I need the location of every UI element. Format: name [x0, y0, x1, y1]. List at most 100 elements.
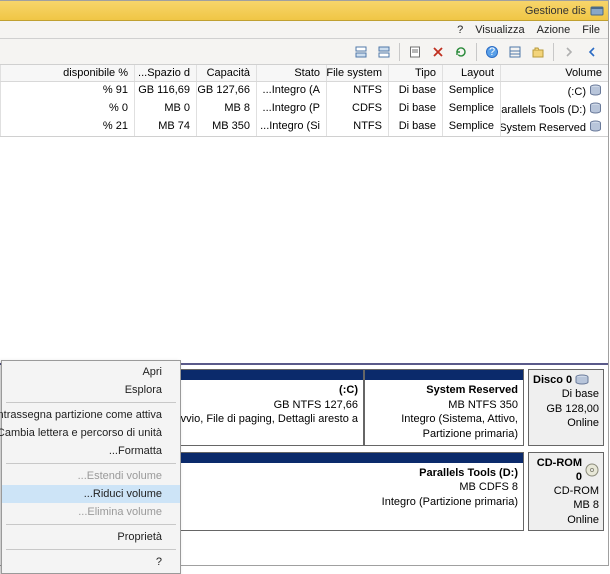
- toolbar-separator: [477, 43, 478, 61]
- partition-size: 8 MB CDFS: [460, 481, 519, 493]
- cell-cap: 8 MB: [197, 100, 257, 118]
- context-menu: Apri Esplora Contrassegna partizione com…: [2, 360, 182, 574]
- volume-grid: Volume Layout Tipo File system Stato Cap…: [1, 65, 609, 137]
- partition-title: (C:): [340, 384, 359, 396]
- cell-volume: Parallels Tools (D:): [501, 104, 587, 116]
- ctx-explore[interactable]: Esplora: [3, 381, 181, 399]
- partition-wrap: Parallels Tools (D:) 8 MB CDFS Integro (Pa…: [145, 452, 525, 531]
- ctx-extend-volume: Estendi volume...: [3, 467, 181, 485]
- ctx-separator: [7, 463, 177, 464]
- ctx-mark-active[interactable]: Contrassegna partizione come attiva: [3, 406, 181, 424]
- col-fs[interactable]: File system: [327, 65, 389, 81]
- menu-help[interactable]: ?: [458, 24, 464, 36]
- cell-pct: 21 %: [1, 118, 135, 136]
- ctx-open[interactable]: Apri: [3, 363, 181, 381]
- cell-layout: Semplice: [443, 100, 501, 118]
- partition[interactable]: Parallels Tools (D:) 8 MB CDFS Integro (Pa…: [145, 452, 525, 531]
- toolbar-separator: [554, 43, 555, 61]
- back-button[interactable]: [583, 42, 603, 62]
- partition-size: 127,66 GB NTFS: [275, 399, 359, 411]
- cell-stato: Integro (A...: [257, 82, 327, 100]
- cell-fs: NTFS: [327, 118, 389, 136]
- col-tipo[interactable]: Tipo: [389, 65, 443, 81]
- delete-button[interactable]: [429, 42, 449, 62]
- cell-layout: Semplice: [443, 118, 501, 136]
- disk-name: CD-ROM 0: [534, 456, 583, 485]
- ctx-properties[interactable]: Proprietà: [3, 528, 181, 546]
- partition[interactable]: System Reserved350 MB NTFSIntegro (Siste…: [365, 369, 525, 446]
- view-bottom-button[interactable]: [352, 42, 372, 62]
- cell-volume: System Reserved: [501, 122, 587, 134]
- ctx-separator: [7, 524, 177, 525]
- cell-spazio: 74 MB: [135, 118, 197, 136]
- partition-status: Integro (Partizione primaria): [383, 496, 519, 508]
- partition-stripe: [366, 370, 524, 380]
- ctx-help[interactable]: ?: [3, 553, 181, 571]
- partition-size: 350 MB NTFS: [449, 399, 519, 411]
- col-capacita[interactable]: Capacità: [197, 65, 257, 81]
- disk-type: CD-ROM: [534, 484, 600, 498]
- menu-view[interactable]: Visualizza: [476, 24, 525, 36]
- partition-title: Parallels Tools (D:): [420, 467, 519, 479]
- cell-cap: 350 MB: [197, 118, 257, 136]
- disk-status: Online: [534, 416, 600, 430]
- properties-button[interactable]: [406, 42, 426, 62]
- cell-pct: 91 %: [1, 82, 135, 100]
- cell-tipo: Di base: [389, 118, 443, 136]
- volume-icon: [590, 102, 603, 115]
- disk-name: Disco 0: [534, 373, 573, 387]
- app-icon: [591, 4, 605, 18]
- menu-action[interactable]: Azione: [538, 24, 572, 36]
- col-spazio[interactable]: Spazio d...: [135, 65, 197, 81]
- grid-header: Volume Layout Tipo File system Stato Cap…: [1, 65, 609, 82]
- table-row[interactable]: Parallels Tools (D:)SempliceDi baseCDFSI…: [1, 100, 609, 118]
- volume-icon: [590, 120, 603, 133]
- cell-cap: 127,66 GB: [197, 82, 257, 100]
- cell-stato: Integro (Si...: [257, 118, 327, 136]
- help-button[interactable]: ?: [483, 42, 503, 62]
- menu-file[interactable]: File: [583, 24, 601, 36]
- toolbar-separator: [400, 43, 401, 61]
- disk-size: 128,00 GB: [534, 402, 600, 416]
- disk-info-panel[interactable]: Disco 0Di base128,00 GBOnline: [529, 369, 605, 446]
- forward-button[interactable]: [560, 42, 580, 62]
- table-row[interactable]: System ReservedSempliceDi baseNTFSIntegr…: [1, 118, 609, 136]
- volume-icon: [590, 84, 603, 97]
- cell-pct: 0 %: [1, 100, 135, 118]
- ctx-separator: [7, 549, 177, 550]
- cell-tipo: Di base: [389, 100, 443, 118]
- cell-tipo: Di base: [389, 82, 443, 100]
- view-top-button[interactable]: [375, 42, 395, 62]
- col-pct[interactable]: % disponibile: [1, 65, 135, 81]
- cell-fs: NTFS: [327, 82, 389, 100]
- cell-layout: Semplice: [443, 82, 501, 100]
- ctx-change-letter[interactable]: Cambia lettera e percorso di unità...: [3, 424, 181, 442]
- cell-fs: CDFS: [327, 100, 389, 118]
- disk-info-panel[interactable]: CD-ROM 0CD-ROM8 MBOnline: [529, 452, 605, 531]
- partition-stripe: [146, 453, 524, 463]
- ctx-separator: [7, 402, 177, 403]
- disk-status: Online: [534, 513, 600, 527]
- cell-volume: (C:): [569, 86, 587, 98]
- menu-bar: File Azione Visualizza ?: [1, 21, 609, 39]
- partition-status: Integro (Sistema, Attivo, Partizione pri…: [402, 413, 519, 440]
- up-button[interactable]: [529, 42, 549, 62]
- cell-spazio: 116,69 GB: [135, 82, 197, 100]
- window-titlebar: Gestione dis: [1, 1, 609, 21]
- col-stato[interactable]: Stato: [257, 65, 327, 81]
- col-volume[interactable]: Volume: [501, 65, 609, 81]
- cell-spazio: 0 MB: [135, 100, 197, 118]
- cell-stato: Integro (P...: [257, 100, 327, 118]
- view-list-button[interactable]: [506, 42, 526, 62]
- disk-size: 8 MB: [534, 498, 600, 512]
- disk-icon: [576, 374, 590, 386]
- col-layout[interactable]: Layout: [443, 65, 501, 81]
- grid-blank-area: [1, 137, 609, 363]
- table-row[interactable]: (C:) SempliceDi baseNTFSIntegro (A...127,…: [1, 82, 609, 100]
- toolbar: ?: [1, 39, 609, 65]
- ctx-format[interactable]: Formatta...: [3, 442, 181, 460]
- refresh-button[interactable]: [452, 42, 472, 62]
- ctx-shrink-volume[interactable]: Riduci volume...: [3, 485, 181, 503]
- window-title: Gestione dis: [526, 5, 587, 17]
- disk-type: Di base: [534, 387, 600, 401]
